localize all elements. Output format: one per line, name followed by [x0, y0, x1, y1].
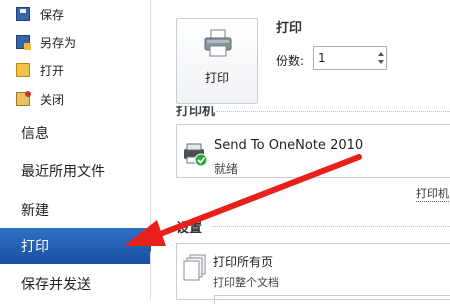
- spin-down-icon[interactable]: [378, 60, 384, 64]
- printer-header-label: 打印机: [176, 106, 216, 118]
- settings-header: 设置: [176, 221, 203, 236]
- printer-device-icon: [184, 143, 208, 167]
- sidebar-item-label: 另存为: [40, 35, 77, 50]
- sidebar-item-label: 关闭: [40, 92, 65, 107]
- sidebar-item-new[interactable]: 新建: [0, 192, 148, 228]
- sidebar-item-label: 信息: [21, 126, 49, 142]
- sidebar-item-print[interactable]: 打印: [0, 228, 150, 264]
- spin-up-icon[interactable]: [378, 52, 384, 56]
- copies-label: 份数:: [276, 54, 305, 68]
- backstage-sidebar: 保存 另存为 打开 关闭 信息 最近所用文件 新建 打印 保存并发送: [0, 0, 151, 300]
- sidebar-item-label: 保存: [40, 7, 65, 22]
- save-icon: [16, 7, 30, 21]
- save-as-icon: [16, 35, 31, 50]
- sidebar-item-save-as[interactable]: 另存为: [0, 29, 148, 55]
- sidebar-item-label: 新建: [21, 203, 49, 219]
- sidebar-item-label: 保存并发送: [21, 277, 91, 293]
- sidebar-item-label: 打印: [21, 239, 49, 255]
- printer-name: Send To OneNote 2010: [214, 138, 364, 153]
- printer-status: 就绪: [214, 162, 239, 176]
- print-range-subtitle: 打印整个文档: [213, 276, 279, 289]
- header-divider: [216, 111, 450, 112]
- copies-stepper[interactable]: 1: [313, 46, 387, 70]
- copies-value: 1: [318, 51, 326, 65]
- open-folder-icon: [16, 63, 30, 77]
- sidebar-item-label: 最近所用文件: [21, 164, 105, 180]
- sidebar-item-close[interactable]: 关闭: [0, 86, 148, 112]
- sidebar-item-label: 打开: [40, 63, 65, 78]
- print-range-title: 打印所有页: [213, 255, 274, 269]
- print-section-title: 打印: [276, 21, 303, 36]
- printer-properties-link[interactable]: 打印机: [416, 185, 449, 202]
- sidebar-item-info[interactable]: 信息: [0, 115, 148, 151]
- close-folder-icon: [16, 91, 31, 106]
- sidebar-item-save-send[interactable]: 保存并发送: [0, 266, 148, 302]
- settings-divider: [212, 226, 450, 227]
- printer-dropdown[interactable]: Send To OneNote 2010 就绪: [176, 124, 450, 178]
- print-button-label: 打印: [204, 71, 229, 85]
- print-button[interactable]: 打印: [176, 18, 258, 104]
- printer-section-header: 打印机: [176, 106, 450, 118]
- sidebar-item-open[interactable]: 打开: [0, 57, 148, 83]
- sidebar-item-recent[interactable]: 最近所用文件: [0, 153, 148, 189]
- sidebar-item-save[interactable]: 保存: [0, 1, 148, 27]
- print-range-dropdown[interactable]: 打印所有页 打印整个文档: [176, 243, 450, 300]
- printer-icon: [204, 29, 232, 57]
- pages-icon: [183, 254, 206, 281]
